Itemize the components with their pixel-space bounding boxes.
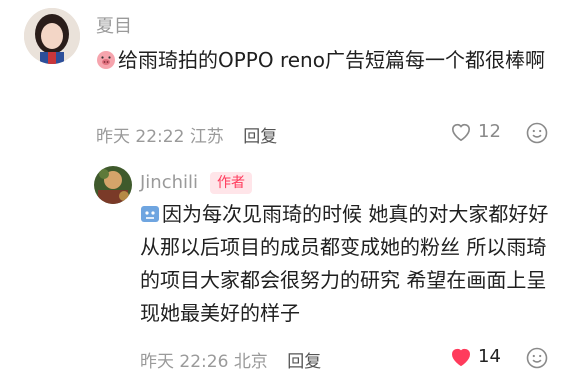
smiley-icon[interactable] <box>526 347 548 369</box>
comment-text-content: 因为每次见雨琦的时候 她真的对大家都好好 从那以后项目的成员都变成她的粉丝 所以… <box>140 202 549 325</box>
like-count: 14 <box>478 346 501 367</box>
comment-text: 因为每次见雨琦的时候 她真的对大家都好好 从那以后项目的成员都变成她的粉丝 所以… <box>140 198 560 330</box>
comment-text: 给雨琦拍的OPPO reno广告短篇每一个都很棒啊 <box>96 44 556 77</box>
username[interactable]: 夏目 <box>96 12 132 38</box>
comment-location: 江苏 <box>189 127 224 147</box>
like-button[interactable]: 14 <box>450 346 501 367</box>
comment-location: 北京 <box>233 352 268 372</box>
reply-button[interactable]: 回复 <box>287 352 321 372</box>
smiley-icon[interactable] <box>526 122 548 144</box>
comment-meta: 昨天 22:26 北京 回复 <box>140 347 321 372</box>
like-count: 12 <box>478 121 501 142</box>
author-badge: 作者 <box>210 172 252 194</box>
reply-item: Jinchili 作者 因为每次见雨琦的时候 她真的对大家都好好 从那以后项目的… <box>0 160 580 379</box>
reply-button[interactable]: 回复 <box>243 127 277 147</box>
pig-face-emoji-icon <box>96 47 116 69</box>
avatar[interactable] <box>24 8 80 64</box>
puzzled-emoji-icon <box>140 201 160 222</box>
comment-text-content: 给雨琦拍的OPPO reno广告短篇每一个都很棒啊 <box>118 48 545 72</box>
heart-icon <box>451 123 471 141</box>
comment-time: 昨天 22:22 <box>96 127 185 147</box>
comment-item: 夏目 给雨琦拍的OPPO reno广告短篇每一个都很棒啊 昨天 22:22 江苏… <box>0 0 580 160</box>
comment-time: 昨天 22:26 <box>140 352 229 372</box>
like-button[interactable]: 12 <box>450 121 501 142</box>
avatar[interactable] <box>94 166 132 204</box>
heart-icon <box>451 348 471 366</box>
comment-meta: 昨天 22:22 江苏 回复 <box>96 122 277 147</box>
username[interactable]: Jinchili <box>140 172 198 193</box>
